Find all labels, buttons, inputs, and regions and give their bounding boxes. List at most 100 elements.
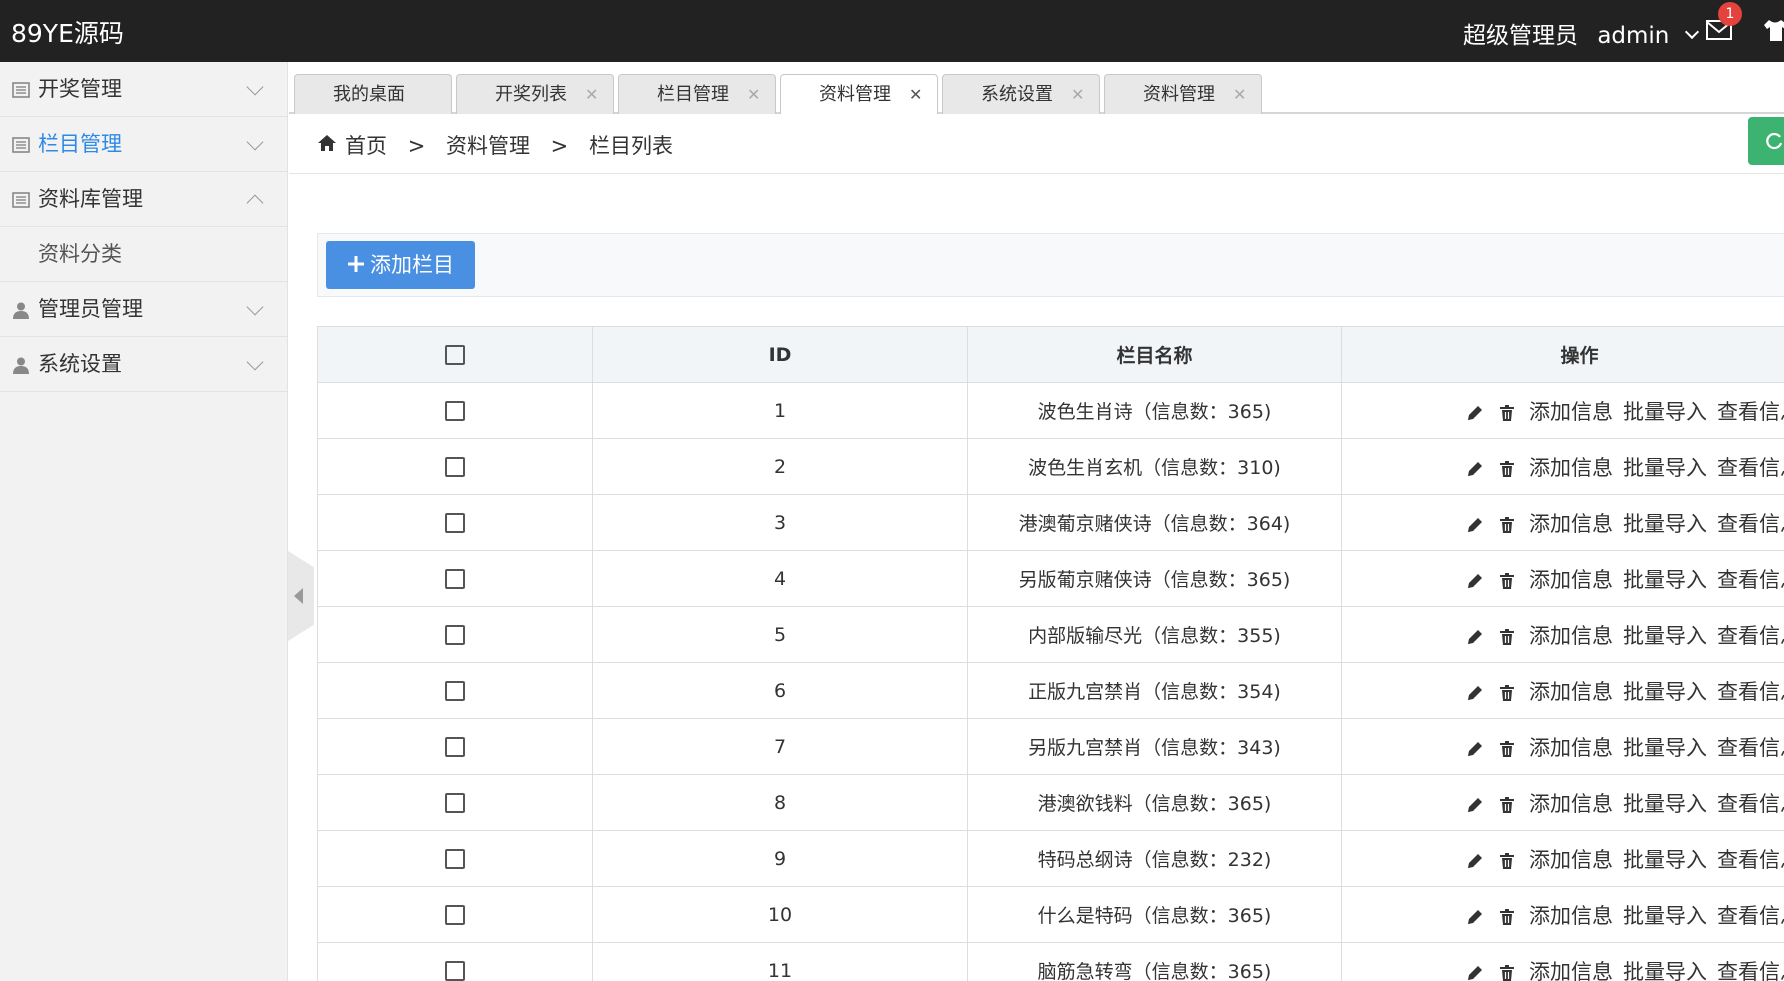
row-checkbox[interactable] — [445, 681, 465, 701]
add-info-link[interactable]: 添加信息 — [1529, 400, 1613, 424]
trash-icon[interactable] — [1497, 683, 1517, 703]
sidebar-collapse-toggle[interactable] — [288, 551, 314, 641]
batch-import-link[interactable]: 批量导入 — [1623, 960, 1707, 981]
batch-import-link[interactable]: 批量导入 — [1623, 400, 1707, 424]
edit-icon[interactable] — [1465, 627, 1485, 647]
trash-icon[interactable] — [1497, 571, 1517, 591]
edit-icon[interactable] — [1465, 907, 1485, 927]
edit-icon[interactable] — [1465, 403, 1485, 423]
view-info-link[interactable]: 查看信息 — [1717, 568, 1784, 592]
tab-desktop[interactable]: 我的桌面 — [294, 74, 452, 114]
sidebar-item-columns[interactable]: 栏目管理 — [0, 117, 287, 172]
trash-icon[interactable] — [1497, 795, 1517, 815]
row-name: 内部版输尽光（信息数：355) — [967, 606, 1342, 663]
view-info-link[interactable]: 查看信息 — [1717, 456, 1784, 480]
batch-import-link[interactable]: 批量导入 — [1623, 456, 1707, 480]
add-info-link[interactable]: 添加信息 — [1529, 792, 1613, 816]
batch-import-link[interactable]: 批量导入 — [1623, 848, 1707, 872]
edit-icon[interactable] — [1465, 459, 1485, 479]
row-checkbox[interactable] — [445, 905, 465, 925]
close-icon[interactable]: ✕ — [585, 75, 598, 115]
batch-import-link[interactable]: 批量导入 — [1623, 624, 1707, 648]
close-icon[interactable]: ✕ — [1071, 75, 1084, 115]
row-checkbox[interactable] — [445, 513, 465, 533]
add-info-link[interactable]: 添加信息 — [1529, 680, 1613, 704]
view-info-link[interactable]: 查看信息 — [1717, 904, 1784, 928]
batch-import-link[interactable]: 批量导入 — [1623, 568, 1707, 592]
batch-import-link[interactable]: 批量导入 — [1623, 904, 1707, 928]
sidebar-item-library[interactable]: 资料库管理 — [0, 172, 287, 227]
row-actions: 添加信息批量导入查看信息 — [1341, 942, 1784, 981]
breadcrumb-level1[interactable]: 资料管理 — [446, 134, 530, 158]
view-info-link[interactable]: 查看信息 — [1717, 960, 1784, 981]
trash-icon[interactable] — [1497, 739, 1517, 759]
batch-import-link[interactable]: 批量导入 — [1623, 512, 1707, 536]
row-checkbox[interactable] — [445, 569, 465, 589]
tab-data-manage-2[interactable]: 资料管理 ✕ — [1104, 74, 1262, 114]
row-checkbox[interactable] — [445, 793, 465, 813]
sidebar-subitem-category[interactable]: 资料分类 — [0, 227, 287, 282]
add-info-link[interactable]: 添加信息 — [1529, 848, 1613, 872]
close-icon[interactable]: ✕ — [747, 75, 760, 115]
trash-icon[interactable] — [1497, 459, 1517, 479]
edit-icon[interactable] — [1465, 571, 1485, 591]
row-checkbox[interactable] — [445, 625, 465, 645]
header-id[interactable]: ID — [592, 326, 968, 383]
view-info-link[interactable]: 查看信息 — [1717, 680, 1784, 704]
user-menu[interactable]: 超级管理员 admin — [1463, 16, 1699, 50]
header-name[interactable]: 栏目名称 — [967, 326, 1342, 383]
app-logo[interactable]: 89YE源码 — [11, 14, 124, 50]
view-info-link[interactable]: 查看信息 — [1717, 736, 1784, 760]
add-info-link[interactable]: 添加信息 — [1529, 624, 1613, 648]
row-checkbox[interactable] — [445, 737, 465, 757]
sidebar-item-admins[interactable]: 管理员管理 — [0, 282, 287, 337]
theme-icon[interactable] — [1762, 17, 1784, 43]
edit-icon[interactable] — [1465, 963, 1485, 981]
row-checkbox[interactable] — [445, 457, 465, 477]
edit-icon[interactable] — [1465, 683, 1485, 703]
view-info-link[interactable]: 查看信息 — [1717, 792, 1784, 816]
trash-icon[interactable] — [1497, 907, 1517, 927]
add-info-link[interactable]: 添加信息 — [1529, 904, 1613, 928]
close-icon[interactable]: ✕ — [1233, 75, 1246, 115]
row-checkbox[interactable] — [445, 401, 465, 421]
row-checkbox[interactable] — [445, 849, 465, 869]
breadcrumb-home[interactable]: 首页 — [345, 134, 387, 158]
sidebar-item-lottery[interactable]: 开奖管理 — [0, 62, 287, 117]
edit-icon[interactable] — [1465, 739, 1485, 759]
add-column-button[interactable]: 添加栏目 — [326, 241, 475, 289]
select-all-checkbox[interactable] — [445, 345, 465, 365]
batch-import-link[interactable]: 批量导入 — [1623, 792, 1707, 816]
add-info-link[interactable]: 添加信息 — [1529, 960, 1613, 981]
view-info-link[interactable]: 查看信息 — [1717, 512, 1784, 536]
tab-data-manage[interactable]: 资料管理 ✕ — [780, 74, 938, 116]
tab-system-settings[interactable]: 系统设置 ✕ — [942, 74, 1100, 114]
trash-icon[interactable] — [1497, 515, 1517, 535]
breadcrumb: 首页 > 资料管理 > 栏目列表 — [289, 114, 1784, 174]
add-info-link[interactable]: 添加信息 — [1529, 736, 1613, 760]
close-icon[interactable]: ✕ — [909, 75, 922, 115]
username: admin — [1597, 23, 1670, 49]
add-info-link[interactable]: 添加信息 — [1529, 456, 1613, 480]
row-id: 10 — [592, 886, 968, 943]
batch-import-link[interactable]: 批量导入 — [1623, 736, 1707, 760]
tab-lottery-list[interactable]: 开奖列表 ✕ — [456, 74, 614, 114]
row-actions: 添加信息批量导入查看信息 — [1341, 774, 1784, 831]
view-info-link[interactable]: 查看信息 — [1717, 400, 1784, 424]
refresh-button[interactable] — [1748, 117, 1784, 165]
view-info-link[interactable]: 查看信息 — [1717, 624, 1784, 648]
trash-icon[interactable] — [1497, 403, 1517, 423]
view-info-link[interactable]: 查看信息 — [1717, 848, 1784, 872]
trash-icon[interactable] — [1497, 851, 1517, 871]
edit-icon[interactable] — [1465, 795, 1485, 815]
sidebar-item-settings[interactable]: 系统设置 — [0, 337, 287, 392]
trash-icon[interactable] — [1497, 627, 1517, 647]
edit-icon[interactable] — [1465, 515, 1485, 535]
row-checkbox[interactable] — [445, 961, 465, 981]
batch-import-link[interactable]: 批量导入 — [1623, 680, 1707, 704]
tab-column-manage[interactable]: 栏目管理 ✕ — [618, 74, 776, 114]
add-info-link[interactable]: 添加信息 — [1529, 568, 1613, 592]
add-info-link[interactable]: 添加信息 — [1529, 512, 1613, 536]
trash-icon[interactable] — [1497, 963, 1517, 981]
edit-icon[interactable] — [1465, 851, 1485, 871]
